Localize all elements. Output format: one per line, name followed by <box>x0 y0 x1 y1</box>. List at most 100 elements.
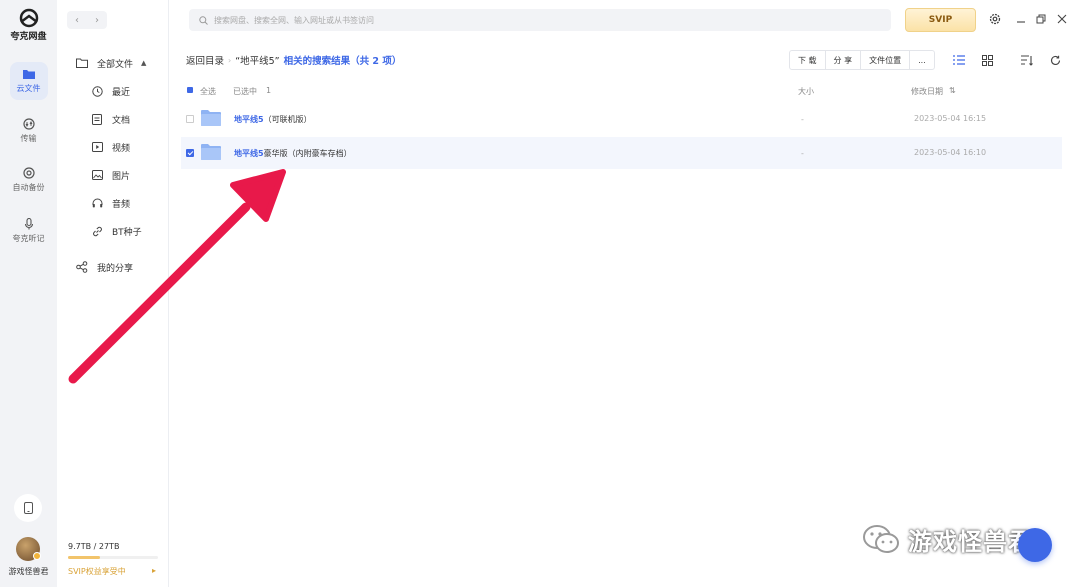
cloud-file-icon <box>22 70 35 79</box>
clock-icon <box>90 84 104 98</box>
svip-status-text: SVIP权益享受中 <box>68 567 126 576</box>
svip-button[interactable]: SVIP <box>905 8 976 32</box>
row-checkbox[interactable] <box>186 115 194 123</box>
image-icon <box>90 168 104 182</box>
cloud-logo-icon <box>19 8 38 28</box>
app-name: 夸克网盘 <box>10 32 47 42</box>
rail-item-quark-notes[interactable]: 夸克听记 <box>0 218 57 244</box>
settings-gear-icon[interactable] <box>988 12 1002 26</box>
sidebar-item-label: 音频 <box>112 199 131 210</box>
search-icon <box>199 15 208 25</box>
download-button[interactable]: 下 载 <box>790 51 826 69</box>
select-all-checkbox[interactable] <box>187 87 193 93</box>
svip-status[interactable]: SVIP权益享受中 ▸ <box>68 566 156 577</box>
storage-bar <box>68 556 158 559</box>
wechat-icon <box>863 524 899 553</box>
forward-arrow-icon[interactable]: › <box>95 15 99 26</box>
action-toolbar: 下 载 分 享 文件位置 ... <box>789 50 935 70</box>
grid-view-icon[interactable] <box>979 52 995 68</box>
rail-label: 传输 <box>20 134 37 143</box>
search-placeholder: 搜索网盘、搜索全网、输入网址或从书签访问 <box>214 15 374 25</box>
sidebar-item-all-files[interactable]: 全部文件 ▲ <box>75 56 146 70</box>
restore-icon[interactable] <box>1034 12 1048 26</box>
selected-label: 已选中 <box>233 87 257 96</box>
table-row[interactable]: 地平线5（可联机版） - 2023-05-04 16:15 <box>181 103 1062 135</box>
file-name-highlight: 地平线5 <box>234 115 264 124</box>
sidebar-item-images[interactable]: 图片 <box>90 168 130 182</box>
video-icon <box>90 140 104 154</box>
rail-label: 夸克听记 <box>12 234 45 243</box>
mic-icon <box>24 218 33 230</box>
storage-bar-fill <box>68 556 101 559</box>
sidebar-item-label: 全部文件 <box>97 59 134 70</box>
rail-item-transfer[interactable]: 传输 <box>0 118 57 144</box>
close-icon[interactable] <box>1055 12 1069 26</box>
sidebar-item-documents[interactable]: 文档 <box>90 112 130 126</box>
sort-desc-icon[interactable]: ⇅ <box>949 86 956 95</box>
file-location-button[interactable]: 文件位置 <box>861 51 911 69</box>
rail-label: 云文件 <box>16 84 41 93</box>
back-arrow-icon[interactable]: ‹ <box>75 15 79 26</box>
folder-outline-icon <box>75 56 89 70</box>
table-header: 全选 已选中 1 大小 修改日期 ⇅ <box>186 86 1062 98</box>
headphones-icon <box>90 196 104 210</box>
app-logo: 夸克网盘 <box>0 8 57 42</box>
folder-icon <box>201 110 221 126</box>
watermark-text: 游戏怪兽君 <box>908 528 1033 556</box>
share-button[interactable]: 分 享 <box>826 51 862 69</box>
file-date: 2023-05-04 16:15 <box>914 114 987 123</box>
left-rail: 夸克网盘 云文件 传输 自动备份 夸克听记 游戏怪兽君 <box>0 0 57 587</box>
file-name-rest: 豪华版（内附豪车存档） <box>263 149 352 158</box>
column-modified-date[interactable]: 修改日期 <box>911 86 943 97</box>
storage-usage: 9.7TB / 27TB <box>68 542 120 551</box>
row-checkbox[interactable] <box>186 149 194 157</box>
sidebar-item-recent[interactable]: 最近 <box>90 84 130 98</box>
floating-action-button[interactable] <box>1018 528 1052 562</box>
breadcrumb-separator-icon: › <box>228 55 232 65</box>
column-size[interactable]: 大小 <box>798 86 814 97</box>
sidebar-item-bt-torrent[interactable]: BT种子 <box>90 224 142 238</box>
chevron-right-icon: ▸ <box>151 566 156 575</box>
link-icon <box>90 224 104 238</box>
minimize-icon[interactable] <box>1014 12 1028 26</box>
search-input[interactable]: 搜索网盘、搜索全网、输入网址或从书签访问 <box>189 9 891 31</box>
phone-icon <box>23 502 33 514</box>
select-all-label[interactable]: 全选 <box>200 86 216 97</box>
mobile-button[interactable] <box>14 494 42 522</box>
app-window: 夸克网盘 云文件 传输 自动备份 夸克听记 游戏怪兽君 ‹ › 全部文件 ▲ 最… <box>0 0 1080 587</box>
rail-item-cloud-files[interactable]: 云文件 <box>0 62 57 100</box>
search-result-summary: 相关的搜索结果（共 2 项） <box>283 56 402 67</box>
file-size: - <box>801 115 804 124</box>
file-size: - <box>801 149 804 158</box>
back-to-directory-link[interactable]: 返回目录 <box>186 53 224 67</box>
vip-badge-icon <box>33 552 41 560</box>
sort-icon[interactable] <box>1019 52 1035 68</box>
sidebar-item-videos[interactable]: 视频 <box>90 140 130 154</box>
breadcrumb: 返回目录 › “地平线5” 相关的搜索结果（共 2 项） <box>186 53 402 68</box>
sidebar-item-my-share[interactable]: 我的分享 <box>75 260 133 274</box>
more-button[interactable]: ... <box>910 51 934 69</box>
caret-up-icon: ▲ <box>141 59 147 67</box>
document-icon <box>90 112 104 126</box>
refresh-icon[interactable] <box>1047 52 1063 68</box>
list-view-icon[interactable] <box>951 52 967 68</box>
search-query: “地平线5” <box>235 56 280 67</box>
backup-icon <box>22 167 35 179</box>
file-name[interactable]: 地平线5豪华版（内附豪车存档） <box>234 148 352 159</box>
sidebar-item-label: 视频 <box>112 143 131 154</box>
user-name: 游戏怪兽君 <box>8 567 49 576</box>
file-name[interactable]: 地平线5（可联机版） <box>234 114 312 125</box>
sidebar-item-audio[interactable]: 音频 <box>90 196 130 210</box>
rail-label: 自动备份 <box>12 183 45 192</box>
table-row[interactable]: 地平线5豪华版（内附豪车存档） - 2023-05-04 16:10 <box>181 137 1062 169</box>
sidebar-item-label: BT种子 <box>112 227 142 238</box>
share-icon <box>75 260 89 274</box>
sidebar-item-label: 我的分享 <box>97 263 134 274</box>
file-name-highlight: 地平线5 <box>234 149 264 158</box>
selected-count: 1 <box>266 86 272 95</box>
rail-item-backup[interactable]: 自动备份 <box>0 167 57 193</box>
sidebar-item-label: 图片 <box>112 171 131 182</box>
file-name-rest: （可联机版） <box>263 115 312 124</box>
folder-icon <box>201 144 221 160</box>
history-nav: ‹ › <box>67 11 107 29</box>
